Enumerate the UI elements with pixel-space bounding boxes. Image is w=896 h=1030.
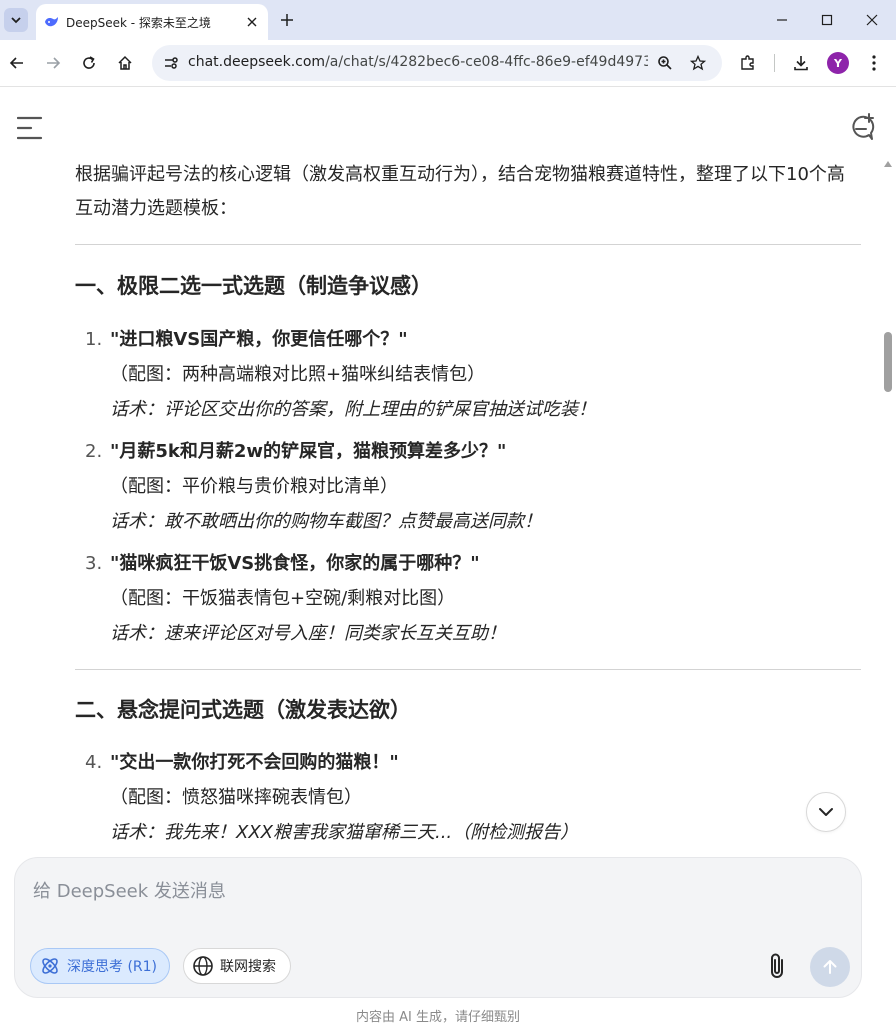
chevron-down-icon (11, 17, 21, 24)
divider (75, 669, 861, 670)
arrow-up-icon (823, 960, 837, 974)
minimize-window-button[interactable] (772, 10, 792, 30)
close-icon (866, 14, 878, 26)
message-composer: 深度思考 (R1) 联网搜索 (14, 857, 862, 998)
download-icon (794, 56, 808, 71)
downloads-button[interactable] (789, 51, 813, 75)
message-input[interactable] (33, 876, 733, 906)
globe-icon (193, 956, 213, 976)
close-window-button[interactable] (862, 10, 882, 30)
deep-think-toggle[interactable]: 深度思考 (R1) (30, 948, 170, 984)
atom-icon (42, 958, 58, 974)
paperclip-icon (771, 953, 783, 978)
item-number: 2. (85, 441, 103, 462)
home-button[interactable] (113, 51, 137, 75)
toolbar-bottom-border (0, 86, 896, 87)
item-talk: 话术：敢不敢晒出你的购物车截图？点赞最高送同款！ (110, 511, 542, 532)
attach-file-button[interactable] (763, 950, 791, 982)
item-title: "猫咪疯狂干饭VS挑食怪，你家的属于哪种？" (110, 553, 480, 574)
item-title: "进口粮VS国产粮，你更信任哪个？" (110, 329, 408, 350)
web-search-toggle[interactable]: 联网搜索 (183, 948, 291, 984)
new-chat-icon[interactable] (846, 113, 876, 143)
item-talk: 话术：速来评论区对号入座！同类家长互关互助！ (110, 623, 506, 644)
item-title: "月薪5k和月薪2w的铲屎官，猫粮预算差多少？" (110, 441, 507, 462)
address-bar[interactable]: chat.deepseek.com/a/chat/s/4282bec6-ce08… (152, 45, 722, 81)
message-intro: 根据骗评起号法的核心逻辑（激发高权重互动行为），结合宠物猫粮赛道特性，整理了以下… (75, 164, 845, 219)
scroll-to-bottom-button[interactable] (806, 792, 846, 832)
deepseek-whale-icon (45, 17, 58, 27)
back-button[interactable] (5, 51, 29, 75)
url-domain: chat.deepseek.com (188, 54, 326, 70)
arrow-left-icon (9, 57, 23, 69)
browser-tab[interactable]: DeepSeek - 探索未至之境 (36, 4, 268, 40)
deep-think-label: 深度思考 (R1) (67, 959, 158, 975)
item-talk: 话术：评论区交出你的答案，附上理由的铲屎官抽送试吃装！ (110, 399, 596, 420)
puzzle-icon (741, 55, 754, 70)
tab-title: DeepSeek - 探索未至之境 (66, 15, 211, 30)
item-picture-note: （配图：平价粮与贵价粮对比清单） (110, 476, 398, 497)
reload-button[interactable] (77, 51, 101, 75)
item-picture-note: （配图：两种高端粮对比照+猫咪纠结表情包） (110, 364, 486, 385)
browser-toolbar: chat.deepseek.com/a/chat/s/4282bec6-ce08… (0, 40, 896, 86)
send-button[interactable] (810, 947, 850, 987)
minimize-icon (777, 19, 787, 21)
bookmark-star-icon[interactable] (688, 53, 708, 73)
url-path: /a/chat/s/4282bec6-ce08-4ffc-86e9-ef49d4… (325, 54, 648, 70)
chevron-down-icon (819, 808, 833, 816)
item-number: 4. (85, 752, 103, 773)
ai-disclaimer: 内容由 AI 生成，请仔细甄别 (356, 1010, 520, 1025)
browser-menu-button[interactable] (862, 51, 886, 75)
maximize-icon (821, 14, 833, 26)
sidebar-menu-icon[interactable] (17, 116, 43, 140)
tab-search-button[interactable] (4, 8, 28, 32)
extensions-button[interactable] (736, 51, 760, 75)
assistant-message: 根据骗评起号法的核心逻辑（激发高权重互动行为），结合宠物猫粮赛道特性，整理了以下… (75, 156, 861, 851)
item-picture-note: （配图：干饭猫表情包+空碗/剩粮对比图） (110, 588, 456, 609)
profile-avatar[interactable]: Y (827, 52, 849, 74)
section-heading: 二、悬念提问式选题（激发表达欲） (75, 698, 411, 722)
browser-tab-bar: DeepSeek - 探索未至之境 (0, 0, 896, 40)
url-text: chat.deepseek.com/a/chat/s/4282bec6-ce08… (188, 54, 648, 70)
close-tab-icon[interactable] (244, 14, 260, 30)
reload-icon (83, 56, 95, 69)
maximize-window-button[interactable] (817, 10, 837, 30)
item-number: 1. (85, 329, 103, 350)
divider (75, 244, 861, 245)
arrow-right-icon (47, 57, 61, 69)
home-icon (118, 55, 132, 70)
zoom-icon[interactable] (655, 53, 675, 73)
item-title: "交出一款你打死不会回购的猫粮！" (110, 752, 399, 773)
site-info-icon[interactable] (160, 52, 182, 74)
new-tab-button[interactable] (277, 10, 297, 30)
item-number: 3. (85, 553, 103, 574)
scroll-up-arrow-icon[interactable] (884, 160, 892, 168)
more-vertical-icon (872, 55, 876, 71)
toolbar-divider (774, 54, 775, 72)
section-heading: 一、极限二选一式选题（制造争议感） (75, 274, 432, 298)
plus-icon (281, 14, 293, 26)
item-picture-note: （配图：愤怒猫咪摔碗表情包） (110, 787, 362, 808)
web-search-label: 联网搜索 (220, 959, 276, 975)
scrollbar-thumb[interactable] (884, 332, 892, 392)
forward-button[interactable] (41, 51, 65, 75)
item-talk: 话术：我先来！XXX粮害我家猫窜稀三天...（附检测报告） (110, 822, 579, 843)
